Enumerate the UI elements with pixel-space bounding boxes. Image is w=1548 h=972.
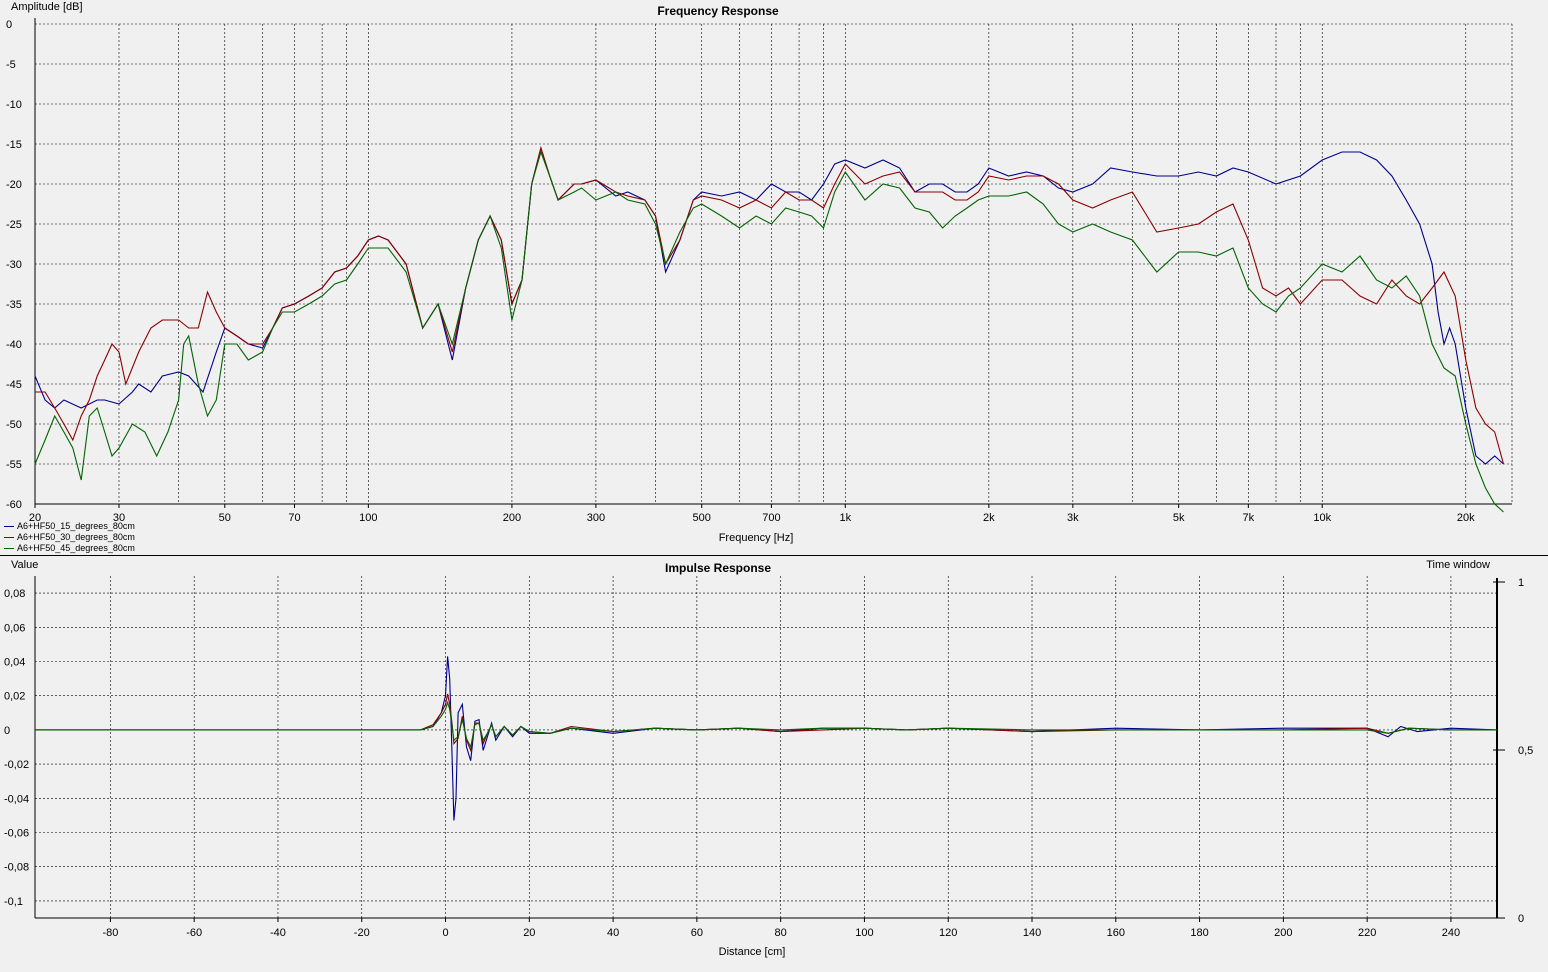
x-tick-label: 80 bbox=[775, 927, 787, 939]
y-tick-label: -50 bbox=[6, 419, 22, 431]
y-tick-label: 0 bbox=[6, 19, 12, 31]
x-tick-label: 100 bbox=[855, 927, 873, 939]
legend-label: A6+HF50_15_degrees_80cm bbox=[17, 521, 135, 531]
y-tick-label: 0,02 bbox=[4, 691, 25, 703]
x-tick-label: 10k bbox=[1313, 512, 1331, 524]
legend-item-45-degrees: A6+HF50_45_degrees_80cm bbox=[4, 543, 135, 554]
y-tick-label: -0,08 bbox=[4, 862, 29, 874]
x-tick-label: 5k bbox=[1173, 512, 1185, 524]
x-tick-label: 7k bbox=[1243, 512, 1255, 524]
chart-title: Impulse Response bbox=[665, 561, 771, 575]
x-tick-label: 700 bbox=[762, 512, 780, 524]
x-tick-label: -80 bbox=[102, 927, 118, 939]
y-tick-label: -0,1 bbox=[4, 896, 23, 908]
x-tick-label: -40 bbox=[270, 927, 286, 939]
x-tick-label: 100 bbox=[359, 512, 377, 524]
y-tick-label: -30 bbox=[6, 259, 22, 271]
y2-tick-label: 0,5 bbox=[1518, 745, 1533, 757]
legend-label: A6+HF50_30_degrees_80cm bbox=[17, 532, 135, 542]
x-tick-label: 160 bbox=[1107, 927, 1125, 939]
x-tick-label: 220 bbox=[1358, 927, 1376, 939]
x-tick-label: -20 bbox=[354, 927, 370, 939]
y-tick-label: -10 bbox=[6, 99, 22, 111]
x-tick-label: 50 bbox=[219, 512, 231, 524]
y-tick-label: -25 bbox=[6, 219, 22, 231]
y-tick-label: -0,02 bbox=[4, 759, 29, 771]
chart-window: 0 -5 -10 -15 -20 -25 -30 -35 -40 -45 -50 -55 -60 20 30… bbox=[0, 0, 1548, 969]
y-tick-label: -0,04 bbox=[4, 793, 29, 805]
y-tick-label: -40 bbox=[6, 339, 22, 351]
chart-title: Frequency Response bbox=[657, 4, 779, 18]
x-tick-label: 200 bbox=[503, 512, 521, 524]
legend-item-15-degrees: A6+HF50_15_degrees_80cm bbox=[4, 521, 135, 532]
y-axis-label: Value bbox=[11, 559, 38, 571]
legend-swatch bbox=[4, 537, 14, 539]
x-tick-label: 140 bbox=[1023, 927, 1041, 939]
x-tick-label: -60 bbox=[186, 927, 202, 939]
y2-tick-label: 0 bbox=[1518, 913, 1524, 925]
x-tick-label: 2k bbox=[983, 512, 995, 524]
x-tick-label: 120 bbox=[939, 927, 957, 939]
y-tick-label: -55 bbox=[6, 459, 22, 471]
y-tick-label: 0,08 bbox=[4, 588, 25, 600]
y-tick-label: -15 bbox=[6, 139, 22, 151]
x-tick-label: 300 bbox=[587, 512, 605, 524]
y-tick-label: -20 bbox=[6, 179, 22, 191]
legend-item-30-degrees: A6+HF50_30_degrees_80cm bbox=[4, 532, 135, 543]
x-axis-label: Frequency [Hz] bbox=[719, 532, 794, 544]
x-tick-label: 70 bbox=[288, 512, 300, 524]
impulse-response-chart: -80 -60 -40 -20 0 20 40 60 80 100 120 140 160 180 200 2… bbox=[4, 559, 1533, 958]
y-tick-label: 0 bbox=[4, 725, 10, 737]
legend-swatch bbox=[4, 548, 14, 550]
y-tick-label: -60 bbox=[6, 499, 22, 511]
frequency-response-chart: 0-5-10-15-20-25-30-35-40-45-50-55-6020 30… bbox=[6, 1, 1513, 544]
x-axis-label: Distance [cm] bbox=[719, 946, 786, 958]
x-tick-label: 20 bbox=[523, 927, 535, 939]
y2-tick-label: 1 bbox=[1518, 577, 1524, 589]
x-tick-label: 40 bbox=[607, 927, 619, 939]
x-tick-label: 1k bbox=[839, 512, 851, 524]
x-tick-label: 60 bbox=[691, 927, 703, 939]
y-tick-label: 0,04 bbox=[4, 657, 25, 669]
x-tick-label: 500 bbox=[693, 512, 711, 524]
x-tick-label: 3k bbox=[1067, 512, 1079, 524]
x-tick-label: 240 bbox=[1442, 927, 1460, 939]
y-tick-label: -5 bbox=[6, 59, 16, 71]
chart-canvas: 0 -5 -10 -15 -20 -25 -30 -35 -40 -45 -50 -55 -60 20 30… bbox=[0, 0, 1548, 969]
x-tick-label: 20k bbox=[1457, 512, 1475, 524]
y2-axis-label: Time window bbox=[1426, 559, 1490, 571]
x-tick-label: 200 bbox=[1274, 927, 1292, 939]
y-tick-label: -0,06 bbox=[4, 828, 29, 840]
y-tick-label: 0,06 bbox=[4, 622, 25, 634]
y-tick-label: -35 bbox=[6, 299, 22, 311]
x-tick-label: 180 bbox=[1190, 927, 1208, 939]
legend-swatch bbox=[4, 526, 14, 528]
legend-label: A6+HF50_45_degrees_80cm bbox=[17, 543, 135, 553]
y-axis-label: Amplitude [dB] bbox=[11, 1, 83, 13]
plot-area bbox=[35, 576, 1497, 918]
x-tick-label: 0 bbox=[442, 927, 448, 939]
y-tick-label: -45 bbox=[6, 379, 22, 391]
